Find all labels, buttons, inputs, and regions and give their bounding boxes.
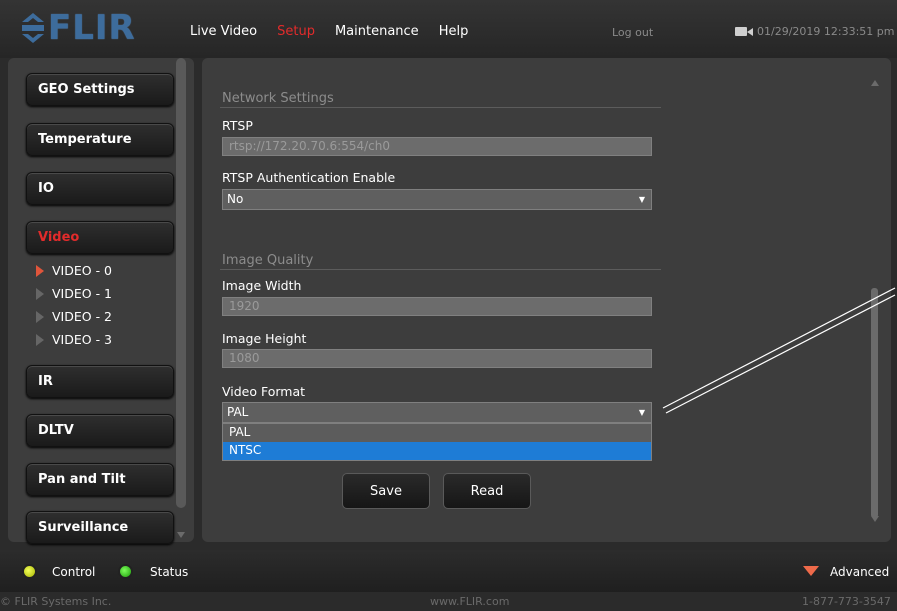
sidebar-item-video-0[interactable]: VIDEO - 0 — [36, 263, 112, 278]
settings-panel: Network Settings RTSP rtsp://172.20.70.6… — [202, 58, 891, 542]
status-led-icon — [118, 564, 133, 579]
panel-scrollbar[interactable] — [869, 76, 881, 526]
rtsp-field[interactable]: rtsp://172.20.70.6:554/ch0 — [222, 137, 652, 156]
chevron-down-icon: ▼ — [638, 408, 645, 417]
flir-logo: FLIR — [22, 8, 136, 48]
image-quality-title: Image Quality — [222, 253, 314, 268]
scrollbar-thumb[interactable] — [176, 58, 186, 508]
sidebar-item-video-3[interactable]: VIDEO - 3 — [36, 332, 112, 347]
sidebar-ir[interactable]: IR — [26, 365, 174, 398]
datetime-text: 01/29/2019 12:33:51 pm — [757, 25, 895, 38]
control-label: Control — [52, 565, 96, 579]
sidebar-video[interactable]: Video — [26, 221, 174, 254]
top-bar: FLIR Live Video Setup Maintenance Help L… — [0, 0, 897, 58]
sidebar-dltv[interactable]: DLTV — [26, 414, 174, 447]
arrow-right-icon — [36, 310, 44, 323]
phone-number: 1-877-773-3547 — [802, 595, 891, 608]
arrow-right-icon — [36, 333, 44, 346]
control-led-icon — [22, 564, 37, 579]
scroll-down-icon[interactable] — [871, 516, 879, 522]
scrollbar-thumb[interactable] — [871, 288, 878, 518]
rtsp-auth-value: No — [227, 192, 244, 206]
arrow-right-icon — [36, 287, 44, 300]
sidebar-pan-and-tilt[interactable]: Pan and Tilt — [26, 463, 174, 496]
main-nav: Live Video Setup Maintenance Help — [190, 24, 468, 39]
datetime: 01/29/2019 12:33:51 pm — [735, 25, 895, 38]
option-ntsc[interactable]: NTSC — [223, 442, 651, 460]
nav-setup[interactable]: Setup — [277, 24, 315, 39]
logout-link[interactable]: Log out — [612, 26, 653, 39]
video-item-label: VIDEO - 2 — [52, 309, 113, 324]
save-button[interactable]: Save — [342, 473, 430, 509]
sidebar: GEO Settings Temperature IO Video VIDEO … — [8, 58, 194, 544]
video-format-dropdown: PAL NTSC — [222, 423, 652, 461]
network-settings-title: Network Settings — [222, 91, 334, 106]
sidebar-geo-settings[interactable]: GEO Settings — [26, 73, 174, 106]
nav-live-video[interactable]: Live Video — [190, 24, 257, 39]
sidebar-item-video-2[interactable]: VIDEO - 2 — [36, 309, 112, 324]
sidebar-item-video-1[interactable]: VIDEO - 1 — [36, 286, 112, 301]
rtsp-label: RTSP — [222, 118, 253, 133]
image-height-field[interactable]: 1080 — [222, 349, 652, 368]
sidebar-scrollbar[interactable] — [176, 58, 186, 542]
status-label: Status — [150, 565, 189, 579]
footer: © FLIR Systems Inc. www.FLIR.com 1-877-7… — [0, 592, 897, 611]
advanced-chevron-icon[interactable] — [803, 566, 819, 576]
sidebar-surveillance[interactable]: Surveillance — [26, 511, 174, 544]
read-button[interactable]: Read — [443, 473, 531, 509]
video-format-value: PAL — [227, 405, 249, 419]
rtsp-auth-select[interactable]: No ▼ — [222, 189, 652, 210]
video-item-label: VIDEO - 3 — [52, 332, 113, 347]
arrow-right-icon — [36, 264, 44, 277]
logo-text: FLIR — [48, 8, 136, 48]
divider — [220, 107, 661, 108]
rtsp-auth-label: RTSP Authentication Enable — [222, 170, 396, 185]
option-pal[interactable]: PAL — [223, 424, 651, 442]
divider — [220, 269, 661, 270]
image-width-field[interactable]: 1920 — [222, 297, 652, 316]
copyright: © FLIR Systems Inc. — [0, 595, 112, 608]
sidebar-io[interactable]: IO — [26, 172, 174, 205]
scroll-down-icon[interactable] — [177, 532, 185, 538]
sidebar-temperature[interactable]: Temperature — [26, 123, 174, 156]
nav-maintenance[interactable]: Maintenance — [335, 24, 419, 39]
image-width-label: Image Width — [222, 278, 302, 293]
scroll-up-icon[interactable] — [871, 80, 879, 86]
video-item-label: VIDEO - 1 — [52, 286, 113, 301]
video-format-select[interactable]: PAL ▼ — [222, 402, 652, 423]
status-bar: Control Status Advanced — [0, 550, 897, 592]
nav-help[interactable]: Help — [439, 24, 469, 39]
video-format-label: Video Format — [222, 384, 306, 399]
flir-logo-icon — [22, 13, 44, 43]
video-item-label: VIDEO - 0 — [52, 263, 113, 278]
website-link[interactable]: www.FLIR.com — [430, 595, 509, 608]
image-height-label: Image Height — [222, 331, 307, 346]
chevron-down-icon: ▼ — [638, 195, 645, 204]
advanced-link[interactable]: Advanced — [830, 565, 889, 579]
camera-icon — [735, 26, 753, 37]
